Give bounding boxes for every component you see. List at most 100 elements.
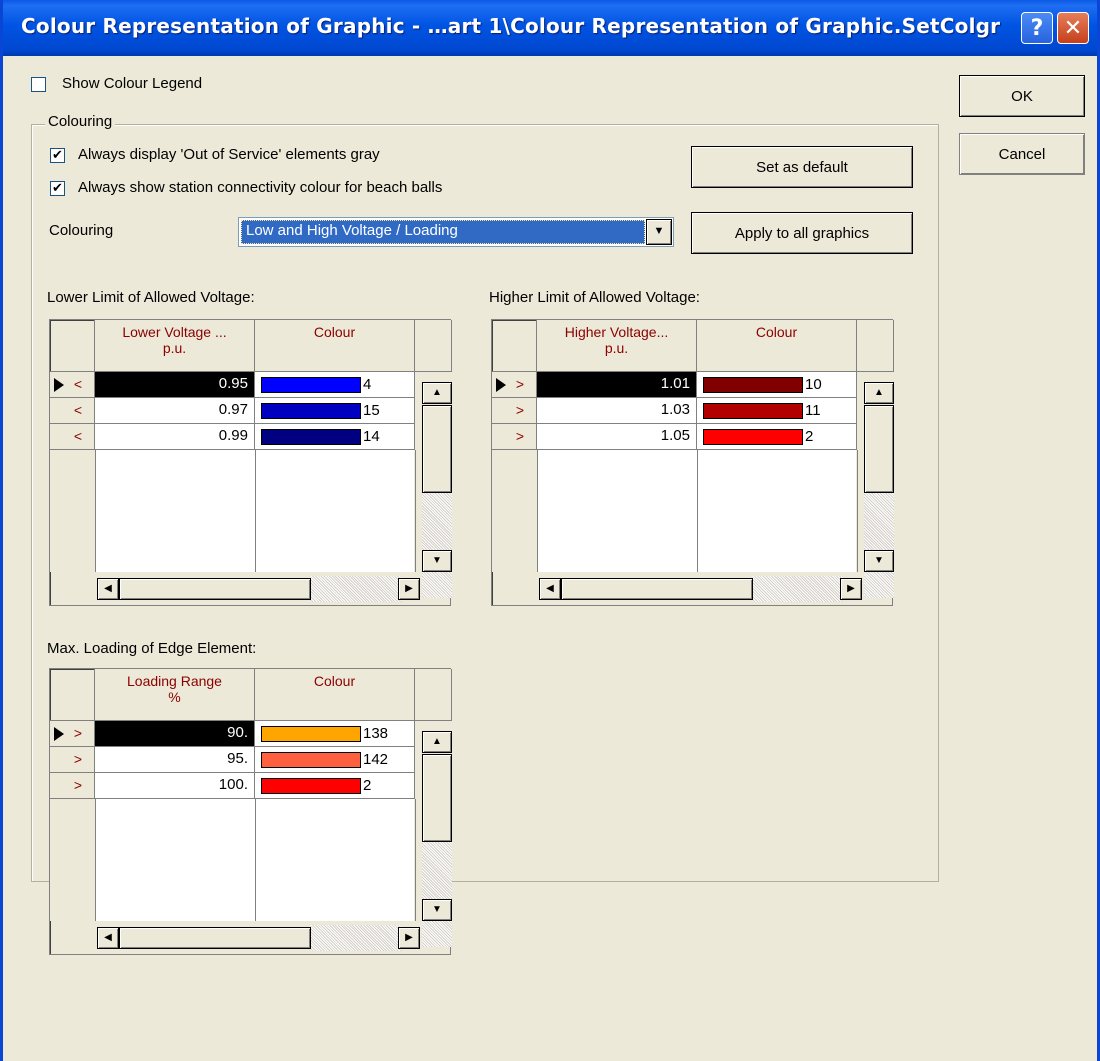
- scroll-left-icon[interactable]: ◀: [97, 927, 119, 949]
- table-row[interactable]: > 1.05 2: [492, 424, 857, 450]
- colour-column-header[interactable]: Colour: [697, 320, 857, 372]
- colour-cell[interactable]: 138: [255, 721, 415, 747]
- colour-number: 4: [363, 376, 372, 393]
- table-row[interactable]: > 90. 138: [50, 721, 415, 747]
- scroll-thumb[interactable]: [119, 578, 311, 600]
- loading-cell[interactable]: 90.: [95, 721, 255, 747]
- lower-voltage-column-header[interactable]: Lower Voltage ... p.u.: [95, 320, 255, 372]
- scroll-down-icon[interactable]: ▼: [864, 550, 894, 572]
- table-row[interactable]: > 1.01 10: [492, 372, 857, 398]
- scroll-right-icon[interactable]: ▶: [398, 578, 420, 600]
- voltage-cell[interactable]: 1.01: [537, 372, 697, 398]
- horizontal-scrollbar[interactable]: ◀ ▶: [537, 576, 864, 602]
- scroll-thumb[interactable]: [119, 927, 311, 949]
- colour-cell[interactable]: 14: [255, 424, 415, 450]
- table-row[interactable]: < 0.95 4: [50, 372, 415, 398]
- scroll-right-icon[interactable]: ▶: [840, 578, 862, 600]
- colour-cell[interactable]: 2: [697, 424, 857, 450]
- row-header[interactable]: >: [50, 747, 95, 773]
- colour-number: 142: [363, 751, 389, 768]
- set-as-default-button[interactable]: Set as default: [691, 146, 913, 188]
- row-header[interactable]: >: [50, 773, 95, 799]
- scroll-up-icon[interactable]: ▲: [422, 382, 452, 404]
- colour-swatch: [703, 377, 803, 393]
- loading-cell[interactable]: 95.: [95, 747, 255, 773]
- scroll-track[interactable]: [864, 493, 894, 598]
- colour-column-header[interactable]: Colour: [255, 320, 415, 372]
- table-row[interactable]: > 1.03 11: [492, 398, 857, 424]
- colour-column-header[interactable]: Colour: [255, 669, 415, 721]
- loading-table: Loading Range % Colour > 90. 138 > 95. 1…: [49, 668, 452, 955]
- cancel-button[interactable]: Cancel: [959, 133, 1085, 175]
- show-legend-checkbox[interactable]: [31, 77, 46, 92]
- voltage-cell[interactable]: 0.97: [95, 398, 255, 424]
- scroll-down-icon[interactable]: ▼: [422, 899, 452, 921]
- current-row-marker-icon: [496, 378, 506, 392]
- row-symbol: <: [73, 376, 82, 392]
- loading-cell[interactable]: 100.: [95, 773, 255, 799]
- higher-voltage-column-header[interactable]: Higher Voltage... p.u.: [537, 320, 697, 372]
- scroll-left-icon[interactable]: ◀: [97, 578, 119, 600]
- grid-line: [95, 450, 96, 572]
- scroll-up-icon[interactable]: ▲: [422, 731, 452, 753]
- scroll-up-icon[interactable]: ▲: [864, 382, 894, 404]
- scroll-down-icon[interactable]: ▼: [422, 550, 452, 572]
- scroll-thumb[interactable]: [864, 405, 894, 493]
- scroll-thumb[interactable]: [422, 754, 452, 842]
- row-header[interactable]: >: [50, 721, 95, 747]
- row-symbol: <: [73, 402, 82, 418]
- higher-limit-table: Higher Voltage... p.u. Colour > 1.01 10 …: [491, 319, 894, 606]
- out-of-service-label: Always display 'Out of Service' elements…: [78, 146, 380, 163]
- row-header[interactable]: <: [50, 398, 95, 424]
- scroll-track[interactable]: [311, 925, 401, 951]
- colour-cell[interactable]: 142: [255, 747, 415, 773]
- colour-swatch: [703, 429, 803, 445]
- voltage-cell[interactable]: 1.05: [537, 424, 697, 450]
- row-header[interactable]: >: [492, 424, 537, 450]
- row-header[interactable]: >: [492, 372, 537, 398]
- scroll-thumb[interactable]: [422, 405, 452, 493]
- colour-cell[interactable]: 10: [697, 372, 857, 398]
- grid-line: [415, 799, 416, 921]
- colouring-group-title: Colouring: [45, 113, 116, 130]
- beach-balls-checkbox[interactable]: ✔: [50, 181, 65, 196]
- row-header[interactable]: <: [50, 372, 95, 398]
- vertical-scrollbar[interactable]: ▲ ▼: [422, 721, 452, 947]
- colour-swatch: [261, 778, 361, 794]
- voltage-cell[interactable]: 0.99: [95, 424, 255, 450]
- ok-button[interactable]: OK: [959, 75, 1085, 117]
- scroll-track[interactable]: [422, 493, 452, 598]
- colour-cell[interactable]: 4: [255, 372, 415, 398]
- colouring-dropdown[interactable]: Low and High Voltage / Loading ▼: [238, 217, 674, 247]
- header-unit: %: [168, 689, 181, 705]
- dropdown-arrow-icon[interactable]: ▼: [646, 219, 672, 245]
- show-legend-label: Show Colour Legend: [62, 75, 203, 92]
- scroll-track[interactable]: [753, 576, 843, 602]
- horizontal-scrollbar[interactable]: ◀ ▶: [95, 576, 422, 602]
- table-row[interactable]: > 100. 2: [50, 773, 415, 799]
- row-header[interactable]: >: [492, 398, 537, 424]
- scroll-left-icon[interactable]: ◀: [539, 578, 561, 600]
- loading-range-column-header[interactable]: Loading Range %: [95, 669, 255, 721]
- table-row[interactable]: < 0.99 14: [50, 424, 415, 450]
- voltage-cell[interactable]: 0.95: [95, 372, 255, 398]
- voltage-cell[interactable]: 1.03: [537, 398, 697, 424]
- row-header[interactable]: <: [50, 424, 95, 450]
- help-button[interactable]: ?: [1021, 12, 1053, 44]
- horizontal-scrollbar[interactable]: ◀ ▶: [95, 925, 422, 951]
- vertical-scrollbar[interactable]: ▲ ▼: [422, 372, 452, 598]
- colour-cell[interactable]: 11: [697, 398, 857, 424]
- table-row[interactable]: < 0.97 15: [50, 398, 415, 424]
- table-row[interactable]: > 95. 142: [50, 747, 415, 773]
- scroll-thumb[interactable]: [561, 578, 753, 600]
- out-of-service-checkbox[interactable]: ✔: [50, 148, 65, 163]
- vertical-scrollbar[interactable]: ▲ ▼: [864, 372, 894, 598]
- scroll-track[interactable]: [422, 842, 452, 947]
- scroll-track[interactable]: [311, 576, 401, 602]
- close-button[interactable]: ✕: [1057, 12, 1089, 44]
- colour-swatch: [703, 403, 803, 419]
- colour-cell[interactable]: 2: [255, 773, 415, 799]
- apply-to-all-graphics-button[interactable]: Apply to all graphics: [691, 212, 913, 254]
- scroll-right-icon[interactable]: ▶: [398, 927, 420, 949]
- colour-cell[interactable]: 15: [255, 398, 415, 424]
